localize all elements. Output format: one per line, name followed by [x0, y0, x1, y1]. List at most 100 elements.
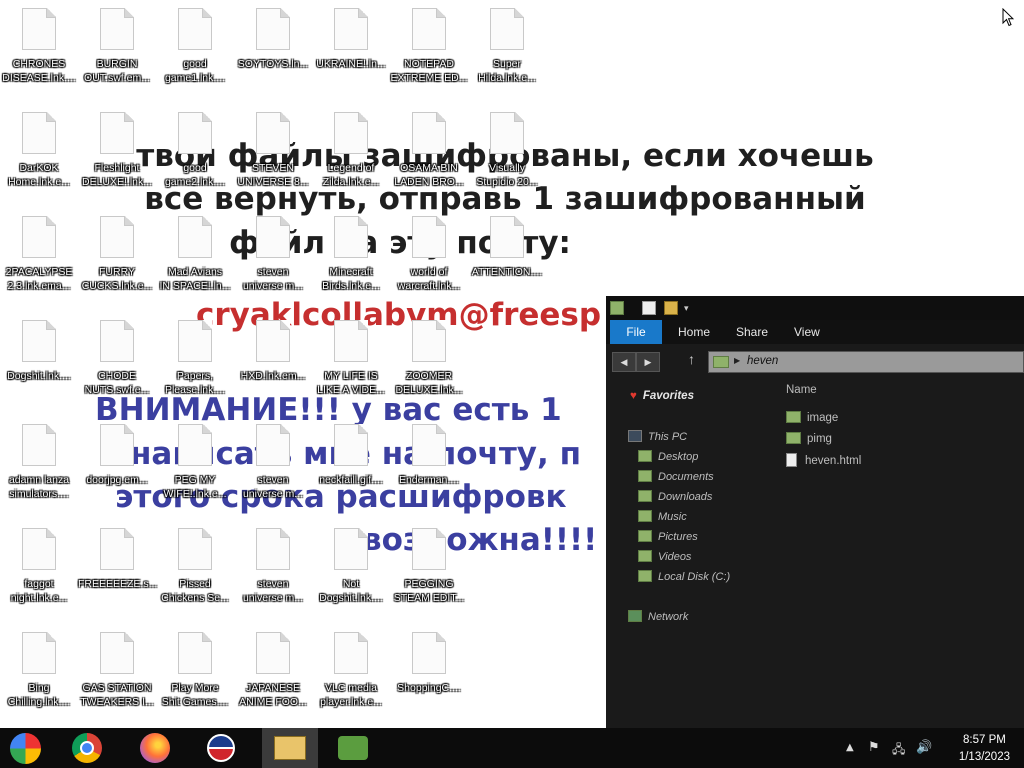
column-header-name[interactable]: Name [786, 384, 817, 396]
window-titlebar[interactable]: ▾ [606, 296, 1024, 320]
nav-item[interactable]: Videos [638, 550, 691, 563]
desktop-icon[interactable]: ATTENTION.... [468, 216, 546, 316]
desktop-icon[interactable]: good game1.lnk.... [156, 8, 234, 108]
desktop-icon-label: Pissed Chickens Se... [161, 578, 229, 604]
desktop-icon[interactable]: FURRY CUCKS.lnk.e... [78, 216, 156, 316]
chevron-right-icon[interactable]: ▶ [734, 356, 740, 365]
desktop-icon-label: Mad Avians IN SPACE!.ln... [159, 266, 231, 292]
desktop-icon[interactable]: adamn lanza simulators.... [0, 424, 78, 524]
desktop-icon[interactable]: Minecraft Birds.lnk.e... [312, 216, 390, 316]
desktop-icon-label: ShoppingC.... [397, 682, 461, 694]
desktop-icon[interactable]: STEVEN UNIVERSE 8... [234, 112, 312, 212]
desktop-icon[interactable]: OSAMA BIN LADEN BRO... [390, 112, 468, 212]
nav-this-pc[interactable]: This PC [628, 430, 687, 443]
desktop-icon[interactable]: Fleshlight DELUXE!.lnk... [78, 112, 156, 212]
desktop-icon[interactable]: Mad Avians IN SPACE!.ln... [156, 216, 234, 316]
system-clock[interactable]: 8:57 PM 1/13/2023 [959, 732, 1010, 766]
file-explorer-window[interactable]: ▾ File Home Share View ◀ ▶ ↑ ▶ heven ♥ Fa… [606, 296, 1024, 728]
folder-icon [638, 550, 652, 562]
desktop-icon[interactable]: Papers, Please.lnk.... [156, 320, 234, 420]
desktop-icon[interactable]: DarKOK Home.lnk.e... [0, 112, 78, 212]
desktop-icon[interactable]: ShoppingC.... [390, 632, 468, 732]
desktop-icon[interactable]: JAPANESE ANIME FOO... [234, 632, 312, 732]
nav-item[interactable]: Desktop [638, 450, 698, 463]
nav-item[interactable]: Pictures [638, 530, 698, 543]
show-hidden-icons-icon[interactable]: ▲ [846, 742, 854, 753]
desktop-icon[interactable]: Pissed Chickens Se... [156, 528, 234, 628]
desktop-icon-label: Play More Shit Games.... [161, 682, 229, 708]
desktop-icon[interactable]: steven universe m... [234, 424, 312, 524]
desktop-icon[interactable]: HXD.lnk.em... [234, 320, 312, 420]
desktop-icon[interactable]: Visually Stupidio 20... [468, 112, 546, 212]
action-center-flag-icon[interactable]: ⚑ [868, 740, 880, 755]
nav-item-label: Desktop [658, 451, 699, 463]
desktop-icon[interactable]: CHRONES DISEASE.lnk.... [0, 8, 78, 108]
tab-file[interactable]: File [610, 320, 662, 344]
properties-icon[interactable] [642, 301, 656, 315]
start-button[interactable] [0, 728, 56, 768]
up-arrow-icon[interactable]: ↑ [688, 351, 695, 367]
desktop-icon[interactable]: PEG MY WIFE!.lnk.e... [156, 424, 234, 524]
nav-favorites[interactable]: ♥ Favorites [630, 390, 694, 402]
breadcrumb-heven[interactable]: heven [747, 355, 778, 367]
desktop-icon[interactable]: MY LIFE IS LIKE A VIDE... [312, 320, 390, 420]
document-icon [100, 424, 134, 466]
desktop-icon[interactable]: steven universe m... [234, 528, 312, 628]
file-row[interactable]: heven.html [786, 453, 861, 467]
network-status-icon[interactable]: 🖧 [892, 740, 905, 761]
desktop-icon[interactable]: FREEEEEZE.s... [78, 528, 157, 628]
desktop-icon[interactable]: BURGIN OUT.swf.em... [78, 8, 156, 108]
document-icon [178, 112, 212, 154]
file-row[interactable]: pimg [786, 432, 832, 445]
desktop-icon[interactable]: Enderman.... [390, 424, 468, 524]
desktop-icon[interactable]: Not Dogshit.lnk.... [312, 528, 390, 628]
address-field[interactable]: ▶ heven [708, 351, 1024, 373]
nav-item[interactable]: Documents [638, 470, 714, 483]
taskbar-network-people[interactable] [326, 728, 382, 768]
nav-item[interactable]: Downloads [638, 490, 712, 503]
tab-home[interactable]: Home [678, 320, 710, 344]
desktop-icon[interactable]: Bing Chilling.lnk.... [0, 632, 78, 732]
desktop-icon[interactable]: PEGGING STEAM EDIT... [390, 528, 468, 628]
desktop-icon[interactable]: CHODE NUTS.swf.e... [78, 320, 156, 420]
desktop-icon-label: steven universe m... [242, 578, 304, 604]
desktop-icon[interactable]: UKRAINE!.ln... [312, 8, 390, 108]
forward-button[interactable]: ▶ [636, 352, 660, 372]
document-icon [412, 320, 446, 362]
desktop-icon[interactable]: neckfaill.gif.... [312, 424, 390, 524]
desktop-icon-label: Dogshit.lnk.... [7, 370, 71, 382]
desktop-icon[interactable]: 2PACALYPSE 2.3.lnk.ema... [0, 216, 78, 316]
new-folder-icon[interactable] [664, 301, 678, 315]
desktop-icon[interactable]: Play More Shit Games.... [156, 632, 234, 732]
nav-item-label: Local Disk (C:) [658, 571, 731, 583]
desktop-icon[interactable]: ZOOMER DELUXE.lnk... [390, 320, 468, 420]
desktop-icon[interactable]: doorjpg.em... [78, 424, 156, 524]
desktop-icon[interactable]: steven universe m... [234, 216, 312, 316]
desktop-icon[interactable]: SOYTOYS.ln... [234, 8, 312, 108]
nav-item[interactable]: Music [638, 510, 687, 523]
tab-share[interactable]: Share [736, 320, 768, 344]
taskbar-chrome[interactable] [60, 728, 116, 768]
desktop-icon[interactable]: NOTEPAD EXTREME ED... [390, 8, 468, 108]
taskbar-obama-app[interactable] [194, 728, 250, 768]
nav-network[interactable]: Network [628, 610, 688, 623]
volume-icon[interactable]: 🔊 [916, 740, 932, 755]
desktop-icon[interactable]: Dogshit.lnk.... [0, 320, 78, 420]
desktop-icon[interactable]: Legend of Zilda.lnk.e... [312, 112, 390, 212]
nav-item[interactable]: Local Disk (C:) [638, 570, 730, 583]
document-icon [22, 216, 56, 258]
desktop-icon[interactable]: good game2.lnk.... [156, 112, 234, 212]
desktop-icon[interactable]: GAS STATION TWEAKERS I... [78, 632, 156, 732]
tab-view[interactable]: View [794, 320, 820, 344]
desktop-icon[interactable]: faggot night.lnk.e... [0, 528, 78, 628]
document-icon [412, 424, 446, 466]
taskbar-file-explorer[interactable] [262, 728, 318, 768]
customize-quick-access-icon[interactable]: ▾ [684, 301, 698, 315]
taskbar-firefox[interactable] [128, 728, 184, 768]
desktop-icon[interactable]: Super Hilda.lnk.e... [468, 8, 546, 108]
back-button[interactable]: ◀ [612, 352, 636, 372]
desktop-icon[interactable]: world of warcraft.lnk... [390, 216, 468, 316]
desktop-icon[interactable]: VLC media player.lnk.e... [312, 632, 390, 732]
file-row[interactable]: image [786, 411, 838, 424]
desktop-icon-label: PEG MY WIFE!.lnk.e... [163, 474, 227, 500]
